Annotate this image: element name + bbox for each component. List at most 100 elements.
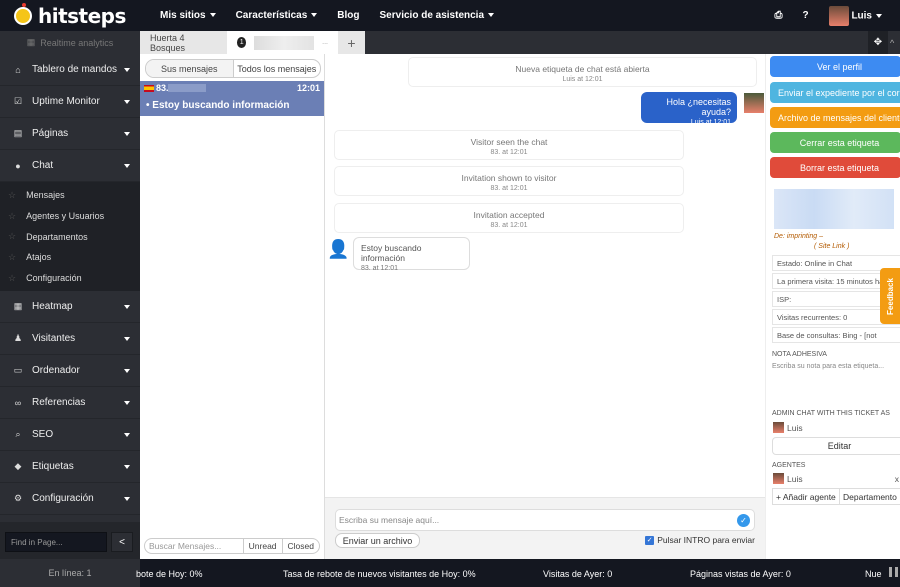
system-meta: 83. at 12:01	[490, 149, 528, 156]
tag-icon: ◆	[14, 461, 22, 472]
realtime-analytics-link[interactable]: ▦ Realtime analytics	[0, 31, 140, 54]
gears-icon: ⚙	[13, 493, 23, 504]
nav-label: Servicio de asistencia	[379, 10, 485, 21]
search-messages-input[interactable]: Buscar Mensajes...	[145, 539, 243, 553]
tab-chat[interactable]: 1 ...	[227, 31, 338, 54]
submenu-atajos[interactable]: ☆ Atajos	[0, 247, 140, 268]
send-check-icon[interactable]: ✓	[737, 514, 750, 527]
caret-down-icon	[124, 369, 130, 374]
caret-down-icon	[124, 401, 130, 406]
sidebar-item-configuracion[interactable]: ⚙ Configuración	[0, 483, 140, 516]
email-transcript-button[interactable]: Enviar el expediente por el correo	[770, 82, 900, 103]
submenu-agentes[interactable]: ☆ Agentes y Usuarios	[0, 206, 140, 227]
blurred-visitor-profile	[774, 189, 894, 229]
submenu-label: Mensajes	[26, 190, 65, 201]
view-profile-button[interactable]: Ver el perfil	[770, 56, 900, 77]
unread-filter-button[interactable]: Unread	[242, 539, 282, 553]
find-in-page-input[interactable]: Find in Page...	[5, 532, 107, 552]
tab-todos-mensajes[interactable]: Todos los mensajes	[234, 60, 321, 77]
link-icon: ∞	[14, 397, 22, 408]
conversation-list: Sus mensajes Todos los mensajes 83. 12:0…	[140, 54, 325, 559]
enter-to-send-option[interactable]: ✓ Pulsar INTRO para enviar	[645, 535, 755, 545]
info-base-consultas: Base de consultas: Bing - [not	[772, 327, 900, 343]
nav-caracteristicas[interactable]: Características	[236, 10, 318, 21]
sidebar-label: Referencias	[32, 397, 86, 409]
edit-button[interactable]: Editar	[772, 437, 900, 455]
sidebar-item-etiquetas[interactable]: ◆ Etiquetas	[0, 451, 140, 484]
ticker-item: Tasa de rebote de nuevos visitantes de H…	[283, 569, 476, 579]
nav-mis-sitios[interactable]: Mis sitios	[160, 10, 216, 21]
sidebar-item-seo[interactable]: ⌕ SEO	[0, 419, 140, 452]
close-ticket-button[interactable]: Cerrar esta etiqueta	[770, 132, 900, 153]
list-item[interactable]: 83. 12:01 • Estoy buscando información	[140, 81, 324, 116]
site-link[interactable]: ( Site Link )	[814, 243, 849, 250]
sidebar-item-heatmap[interactable]: ▦ Heatmap	[0, 291, 140, 324]
system-message: Invitation shown to visitor 83. at 12:01	[334, 166, 684, 196]
submenu-departamentos[interactable]: ☆ Departamentos	[0, 226, 140, 247]
fullscreen-icon[interactable]: ✥	[868, 31, 888, 54]
message-search: Buscar Mensajes... Unread Closed	[144, 538, 320, 554]
brand-name: hitsteps	[38, 4, 126, 28]
add-agent-button[interactable]: + Añadir agente	[773, 489, 840, 504]
feedback-label: Feedback	[885, 277, 895, 315]
feedback-tab[interactable]: Feedback	[880, 268, 900, 324]
nav-blog[interactable]: Blog	[337, 10, 359, 21]
blurred-ip	[168, 84, 206, 92]
agent-name: Luis	[787, 473, 803, 484]
system-meta: 83. at 12:01	[490, 222, 528, 229]
sidebar-item-chat[interactable]: ● Chat	[0, 150, 140, 182]
tab-sus-mensajes[interactable]: Sus mensajes	[146, 60, 234, 77]
visitor-message: Estoy buscando información 83. at 12:01	[353, 237, 470, 272]
caret-down-icon	[124, 164, 130, 168]
submenu-label: Atajos	[26, 252, 52, 263]
collapse-icon[interactable]: ^	[890, 31, 900, 54]
pause-icon[interactable]	[889, 567, 898, 577]
chat-submenu: ☆ Mensajes ☆ Agentes y Usuarios ☆ Departame…	[0, 182, 140, 292]
caret-down-icon	[124, 465, 130, 470]
file-icon: ▤	[13, 128, 23, 138]
print-icon[interactable]: ⎙	[775, 10, 783, 21]
system-text: Invitation shown to visitor	[461, 173, 557, 183]
help-icon[interactable]: ?	[803, 10, 809, 21]
message-input[interactable]: Escriba su mensaje aquí... ✓	[335, 509, 755, 531]
sidebar-item-paginas[interactable]: ▤ Páginas	[0, 118, 140, 150]
department-button[interactable]: Departamento	[840, 489, 900, 504]
closed-filter-button[interactable]: Closed	[281, 539, 319, 553]
checkbox-checked-icon[interactable]: ✓	[645, 535, 655, 545]
system-message: Nueva etiqueta de chat está abierta Luis …	[408, 57, 757, 87]
search-icon: ⌕	[15, 429, 21, 440]
collapse-sidebar-button[interactable]: <	[111, 532, 133, 552]
nav-label: Mis sitios	[160, 10, 206, 21]
logo[interactable]: hitsteps	[14, 3, 126, 28]
sidebar-item-uptime[interactable]: ☑ Uptime Monitor	[0, 86, 140, 118]
submenu-mensajes[interactable]: ☆ Mensajes	[0, 185, 140, 206]
find-in-page: Find in Page... <	[0, 522, 140, 559]
caret-down-icon	[124, 337, 130, 342]
message-text: Hola ¿necesitas ayuda?	[666, 97, 731, 117]
client-archive-button[interactable]: Archivo de mensajes del cliente	[770, 107, 900, 128]
blurred-visitor-name	[254, 35, 315, 50]
tab-site[interactable]: Huerta 4 Bosques	[140, 31, 227, 54]
admin-chat-title: ADMIN CHAT WITH THIS TICKET AS	[772, 410, 890, 417]
delete-ticket-button[interactable]: Borrar esta etiqueta	[770, 157, 900, 178]
sidebar-label: Configuración	[32, 493, 94, 505]
remove-agent-icon[interactable]: x	[895, 474, 899, 484]
send-file-button[interactable]: Enviar un archivo	[335, 533, 420, 548]
sidebar-item-ordenador[interactable]: ▭ Ordenador	[0, 355, 140, 388]
sidebar-item-tablero[interactable]: ⌂ Tablero de mandos	[0, 54, 140, 86]
message-composer: Escriba su mensaje aquí... ✓ Enviar un ar…	[325, 497, 765, 559]
tab-badge: 1	[237, 37, 247, 48]
add-tab-button[interactable]: +	[338, 31, 365, 54]
user-menu[interactable]: Luis	[828, 5, 882, 26]
sidebar-item-referencias[interactable]: ∞ Referencias	[0, 387, 140, 420]
agent-row: Luis x	[773, 473, 899, 484]
nav-servicio[interactable]: Servicio de asistencia	[380, 10, 495, 21]
system-message: Invitation accepted 83. at 12:01	[334, 203, 684, 233]
ticker-item: bote de Hoy: 0%	[136, 569, 203, 579]
enter-to-send-label: Pulsar INTRO para enviar	[657, 535, 755, 545]
message-meta: 83. at 12:01	[361, 265, 398, 272]
admin-user: Luis	[773, 422, 803, 433]
submenu-configuracion[interactable]: ☆ Configuración	[0, 268, 140, 289]
sidebar-item-visitantes[interactable]: ♟ Visitantes	[0, 323, 140, 356]
sticky-note-input[interactable]: Escriba su nota para esta etiqueta...	[772, 363, 900, 403]
